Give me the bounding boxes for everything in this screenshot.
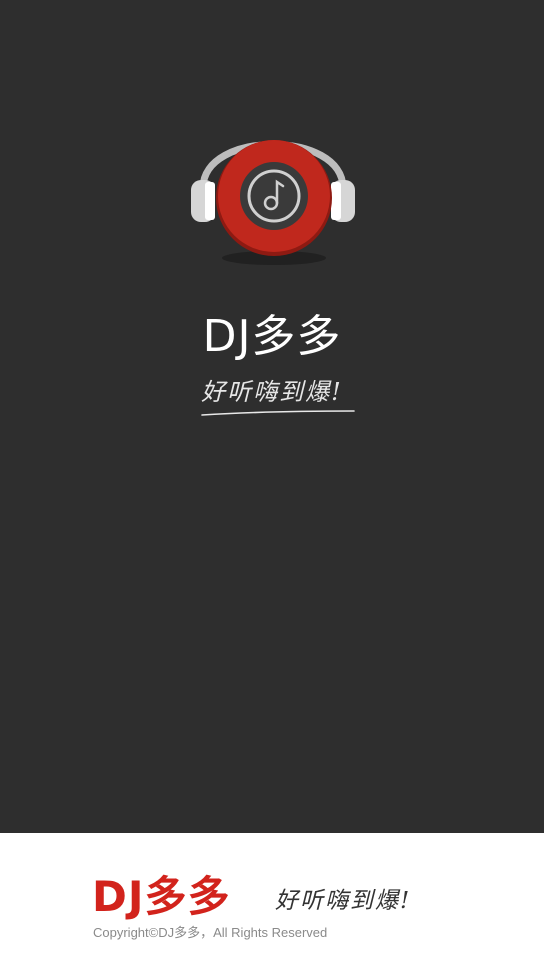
slogan-underline bbox=[201, 410, 355, 416]
footer-brand: DJ多多 bbox=[92, 872, 231, 921]
headphones-music-disc-icon bbox=[191, 140, 355, 265]
footer-slogan: 好听嗨到爆! bbox=[275, 888, 412, 914]
app-slogan: 好听嗨到爆! bbox=[201, 378, 343, 406]
copyright-text: Copyright©DJ多多，All Rights Reserved bbox=[93, 925, 328, 940]
app-title: DJ多多 bbox=[202, 311, 342, 362]
splash-screen: DJ多多 好听嗨到爆! DJ多多 好听嗨到爆! Copyright©DJ多多，A… bbox=[0, 0, 544, 976]
splash-hero: DJ多多 好听嗨到爆! bbox=[0, 0, 544, 833]
splash-footer: DJ多多 好听嗨到爆! Copyright©DJ多多，All Rights Re… bbox=[0, 833, 544, 976]
